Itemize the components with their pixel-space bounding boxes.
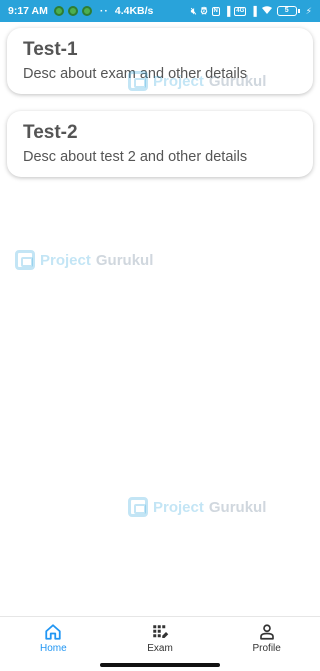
nav-home[interactable]: Home — [0, 617, 107, 660]
card-title: Test-1 — [23, 39, 78, 60]
mute-icon: 🔇︎ — [190, 6, 197, 16]
alarm-icon: ⏰︎ — [200, 6, 208, 16]
status-time: 9:17 AM — [8, 5, 48, 17]
nav-profile[interactable]: Profile — [213, 617, 320, 660]
watermark: Project Gurukul — [128, 497, 266, 517]
signal-icon: ▐ — [223, 6, 231, 16]
watermark-text: Gurukul — [95, 251, 154, 269]
watermark-text: Gurukul — [208, 498, 267, 516]
watermark-logo-icon — [128, 497, 148, 517]
more-notifications-indicator: ·· — [99, 5, 109, 17]
signal-icon: ▐ — [250, 6, 257, 16]
bottom-navigation: Home Exam Profile — [0, 616, 320, 660]
battery-level: 5 — [276, 6, 297, 16]
nav-exam[interactable]: Exam — [107, 617, 214, 660]
exam-card[interactable]: Test-2 Desc about test 2 and other detai… — [7, 111, 313, 177]
status-icons: 🔇︎ ⏰︎ N ▐ 4G ▐ 5 ⚡︎ — [191, 5, 312, 17]
nav-home-label: Home — [39, 643, 67, 654]
home-icon — [45, 624, 61, 640]
status-bar: 9:17 AM ·· 4.4KB/s 🔇︎ ⏰︎ N ▐ 4G ▐ 5 ⚡︎ — [0, 0, 320, 22]
exam-icon — [153, 625, 169, 638]
notification-icon — [67, 6, 78, 16]
nav-exam-label: Exam — [147, 643, 173, 654]
watermark-logo-icon — [15, 250, 35, 270]
card-title: Test-2 — [23, 122, 78, 143]
exam-card[interactable]: Test-1 Desc about exam and other details — [7, 28, 313, 94]
battery-icon: 5 — [276, 6, 300, 16]
network-speed: 4.4KB/s — [114, 5, 154, 17]
watermark-text: Project — [40, 251, 91, 269]
nfc-icon: N — [211, 6, 220, 16]
watermark: Project Gurukul — [15, 250, 153, 270]
card-description: Desc about test 2 and other details — [23, 149, 248, 165]
watermark-text: Project — [153, 498, 204, 516]
profile-icon — [259, 624, 274, 640]
notification-icon — [81, 6, 92, 16]
nav-profile-label: Profile — [252, 643, 281, 654]
card-description: Desc about exam and other details — [23, 66, 248, 82]
notification-icon — [53, 6, 64, 16]
home-indicator[interactable] — [100, 663, 220, 667]
wifi-icon — [261, 5, 273, 17]
charging-icon: ⚡︎ — [305, 5, 312, 16]
volte-icon: 4G — [234, 6, 247, 16]
